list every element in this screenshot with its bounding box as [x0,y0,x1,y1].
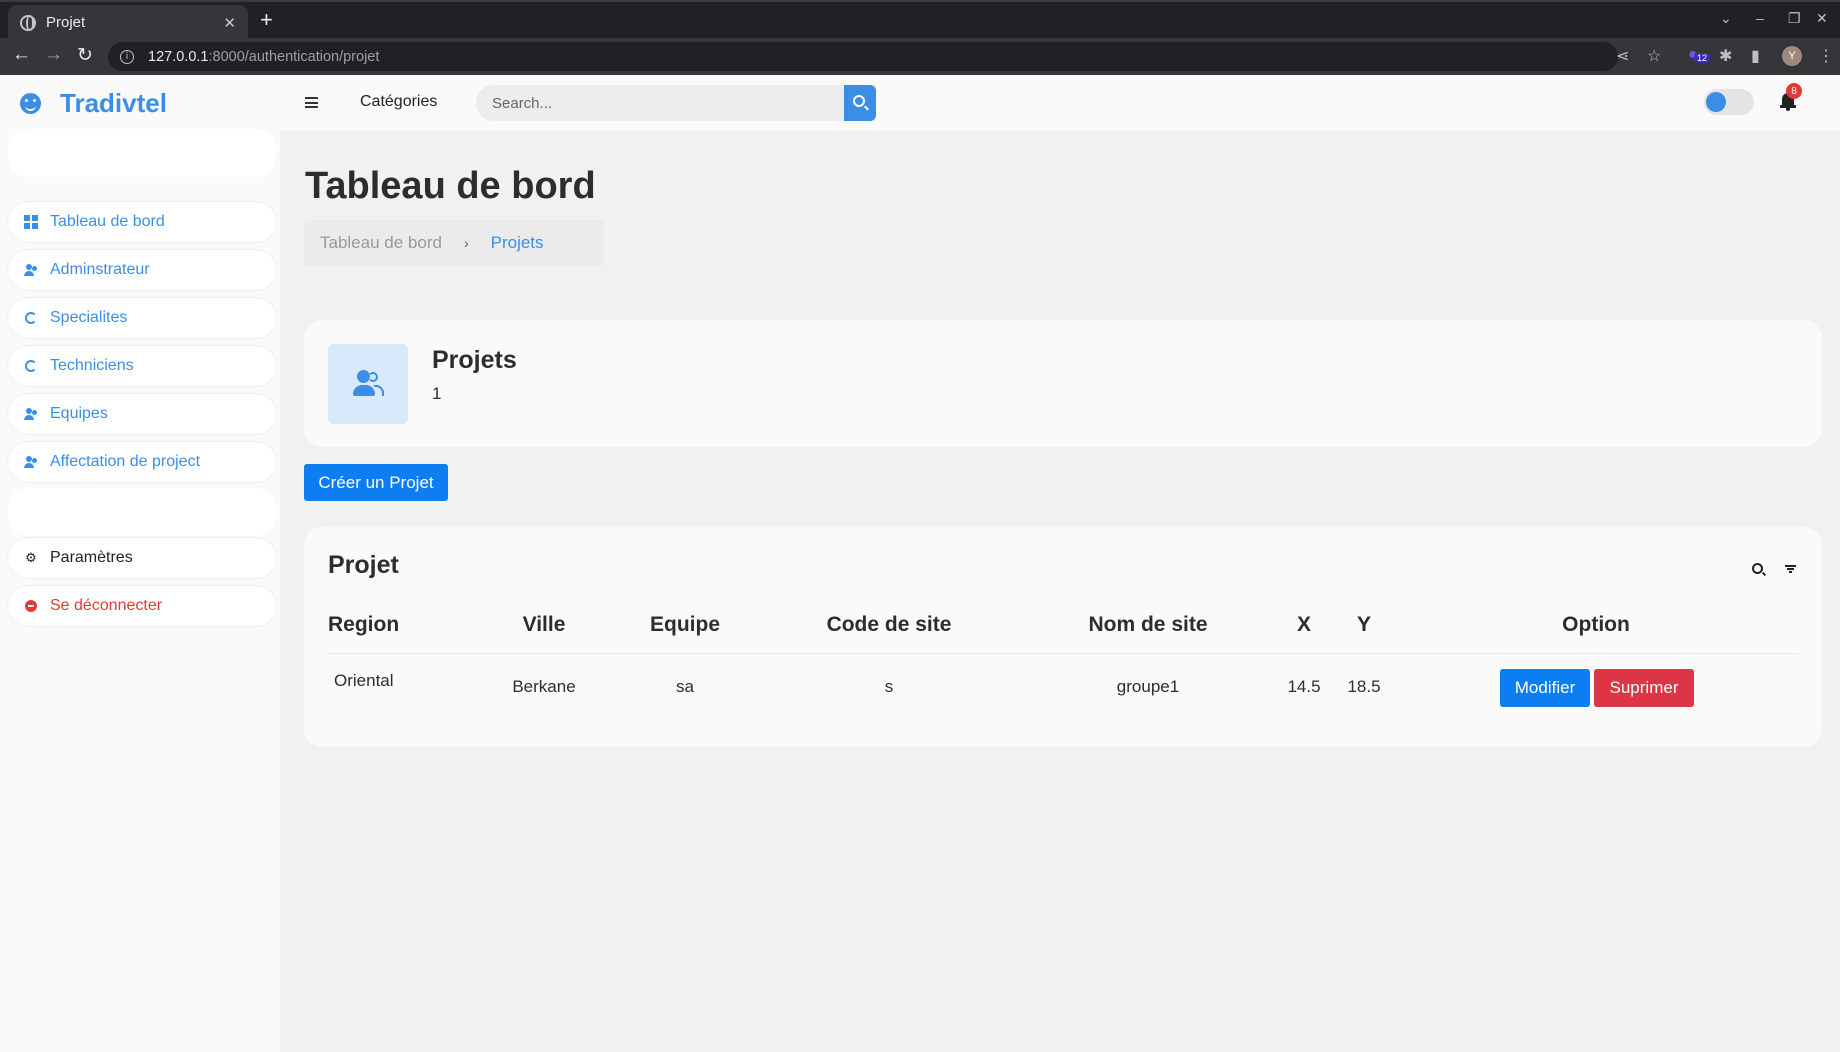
tab-title: Projet [46,14,86,31]
tab-close-icon[interactable]: ✕ [223,14,236,32]
users-icon [24,455,38,469]
sidebar-item-administrator[interactable]: Adminstrateur [8,250,276,290]
logout-icon [24,599,38,613]
sidebar-item-label: Tableau de bord [50,213,165,230]
header-divider [328,653,1798,654]
extensions-puzzle-icon[interactable]: ✱ [1719,46,1732,66]
column-header-option: Option [1562,613,1630,636]
sidebar-item-label: Techniciens [50,357,134,374]
back-icon[interactable]: ← [12,44,31,66]
sidebar-item-label: Affectation de project [50,453,201,470]
tab-search-icon[interactable]: ⌄ [1720,10,1732,27]
smiley-logo-icon [20,93,41,114]
sidebar-item-label: Adminstrateur [50,261,150,278]
column-header-nom-site[interactable]: Nom de site [1088,613,1207,637]
share-icon[interactable]: ⋖ [1616,46,1629,66]
restore-icon[interactable]: ❐ [1788,10,1801,27]
sidebar-item-specialites[interactable]: Specialites [8,298,276,338]
window-close-icon[interactable]: ✕ [1816,10,1828,27]
column-header-equipe[interactable]: Equipe [650,613,720,637]
cell-code-site: s [884,677,894,696]
column-header-ville[interactable]: Ville [523,613,566,637]
brand-name[interactable]: Tradivtel [60,88,167,119]
minimize-icon[interactable]: – [1756,10,1764,26]
column-header-region[interactable]: Region [328,613,399,637]
projects-stat-card: Projets 1 [304,320,1822,447]
chevron-right-icon: › [463,235,469,251]
filter-icon[interactable] [1785,565,1796,573]
sidebar-item-label: Equipes [50,405,108,422]
column-header-code-site[interactable]: Code de site [827,613,952,637]
users-icon [328,344,408,424]
sidebar-item-label: Se déconnecter [50,597,163,614]
extension-badge: 12 [1694,53,1711,63]
sidebar-item-affectation[interactable]: Affectation de project [8,442,276,482]
grid-icon [24,215,38,229]
cell-x: 14.5 [1287,677,1321,696]
url-host: 127.0.0.1 [148,48,209,65]
sidebar-item-equipes[interactable]: Equipes [8,394,276,434]
create-project-button[interactable]: Créer un Projet [304,464,448,501]
edit-button[interactable]: Modifier [1500,669,1590,707]
stat-count: 1 [432,384,442,403]
sidebar-item-dashboard[interactable]: Tableau de bord [8,202,276,242]
browser-tab[interactable]: Projet ✕ [8,5,248,40]
search-icon[interactable] [1752,563,1763,574]
stat-title: Projets [432,346,517,374]
browser-tab-bar: Projet ✕ + ⌄ – ❐ ✕ [0,0,1840,40]
app-header: Tradivtel Catégories [0,75,1840,131]
sidebar-spacer [8,129,276,177]
users-icon [24,407,38,421]
refresh-icon [24,359,38,373]
site-info-icon[interactable]: i [120,49,134,64]
column-header-x[interactable]: X [1297,613,1311,637]
column-header-y[interactable]: Y [1357,613,1371,637]
page-title: Tableau de bord [305,165,596,207]
delete-button[interactable]: Suprimer [1594,669,1694,707]
breadcrumb-item-dashboard[interactable]: Tableau de bord [320,233,442,253]
browser-toolbar: ← → ↻ i 127.0.0.1:8000/authentication/pr… [0,38,1840,75]
table-title: Projet [328,551,399,579]
bookmark-star-icon[interactable]: ☆ [1647,46,1661,66]
breadcrumb-item-projets[interactable]: Projets [491,233,544,253]
browser-menu-icon[interactable]: ⋮ [1818,46,1834,66]
theme-toggle[interactable] [1704,89,1754,115]
sidebar-item-label: Specialites [50,309,128,326]
refresh-icon [24,311,38,325]
profile-avatar[interactable]: Y [1782,46,1802,66]
cell-region: Oriental [334,671,394,690]
sidebar-item-techniciens[interactable]: Techniciens [8,346,276,386]
cell-ville: Berkane [512,677,576,696]
sidebar-item-label: Paramètres [50,549,133,566]
projects-table-card: Projet Region Ville Equipe Code de site … [304,527,1822,747]
address-bar[interactable]: i 127.0.0.1:8000/authentication/projet [108,42,1618,71]
notification-badge: 8 [1786,83,1802,99]
gear-icon: ⚙ [25,550,37,566]
url-path: :8000/authentication/projet [208,48,380,65]
cell-nom-site: groupe1 [1116,677,1180,696]
side-panel-icon[interactable]: ▮ [1751,46,1760,66]
categories-link[interactable]: Catégories [360,93,437,111]
search-button[interactable] [844,85,876,121]
search-input[interactable] [476,85,876,121]
reload-icon[interactable]: ↻ [77,44,93,67]
cell-equipe: sa [676,677,694,696]
cell-y: 18.5 [1347,677,1381,696]
sidebar: Tableau de bord Adminstrateur Specialite… [0,129,280,1052]
breadcrumb: Tableau de bord › Projets [304,220,604,266]
forward-icon[interactable]: → [44,44,63,66]
sidebar-item-settings[interactable]: ⚙ Paramètres [8,538,276,578]
new-tab-button[interactable]: + [260,8,273,32]
menu-toggle-icon[interactable] [305,97,318,108]
globe-icon [20,14,36,31]
users-icon [24,263,38,277]
sidebar-item-logout[interactable]: Se déconnecter [8,586,276,626]
sidebar-spacer [8,488,276,536]
search-icon [853,95,865,107]
